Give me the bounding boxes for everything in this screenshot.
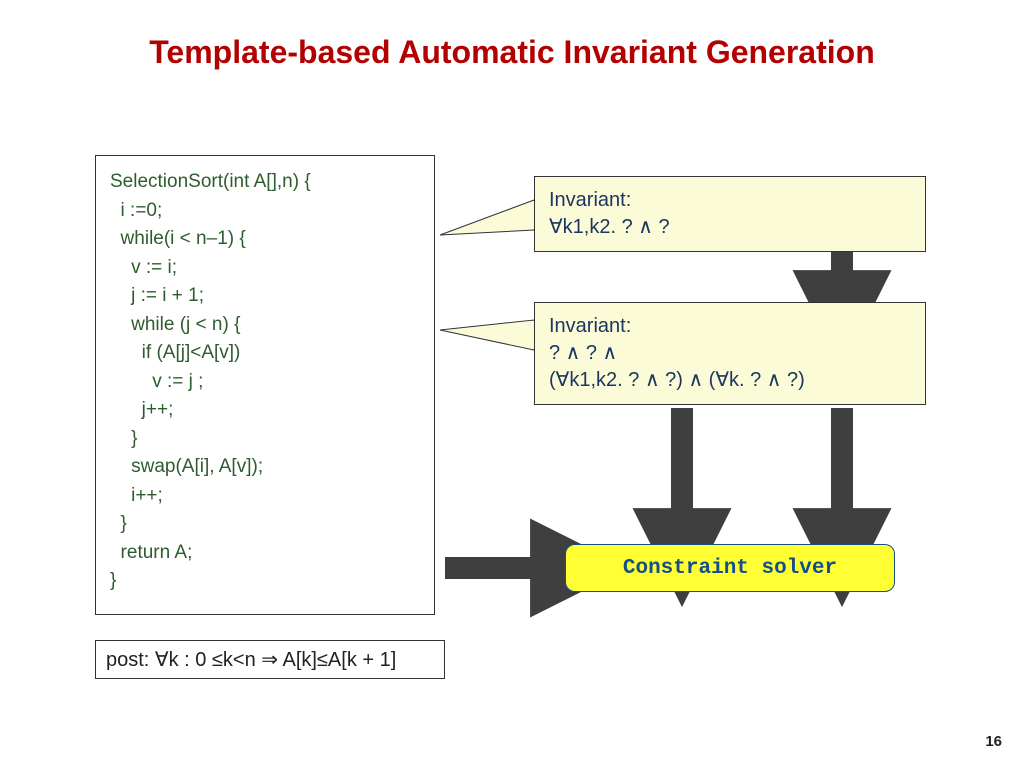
invariant-box-1: Invariant: ∀k1,k2. ? ∧ ? bbox=[534, 176, 926, 252]
postcondition-box: post: ∀k : 0 ≤k<n ⇒ A[k]≤A[k + 1] bbox=[95, 640, 445, 679]
callout-tail-1 bbox=[440, 200, 534, 235]
invariant1-line2: ∀k1,k2. ? ∧ ? bbox=[549, 214, 911, 241]
constraint-solver-box: Constraint solver bbox=[565, 544, 895, 592]
code-box: SelectionSort(int A[],n) { i :=0; while(… bbox=[95, 155, 435, 615]
invariant2-line1: Invariant: bbox=[549, 313, 911, 340]
page-number: 16 bbox=[985, 733, 1002, 750]
callout-tail-2 bbox=[440, 320, 534, 350]
invariant-box-2: Invariant: ? ∧ ? ∧ (∀k1,k2. ? ∧ ?) ∧ (∀k… bbox=[534, 302, 926, 405]
invariant1-line1: Invariant: bbox=[549, 187, 911, 214]
invariant2-line3: (∀k1,k2. ? ∧ ?) ∧ (∀k. ? ∧ ?) bbox=[549, 367, 911, 394]
invariant2-line2: ? ∧ ? ∧ bbox=[549, 340, 911, 367]
slide-title: Template-based Automatic Invariant Gener… bbox=[0, 34, 1024, 71]
